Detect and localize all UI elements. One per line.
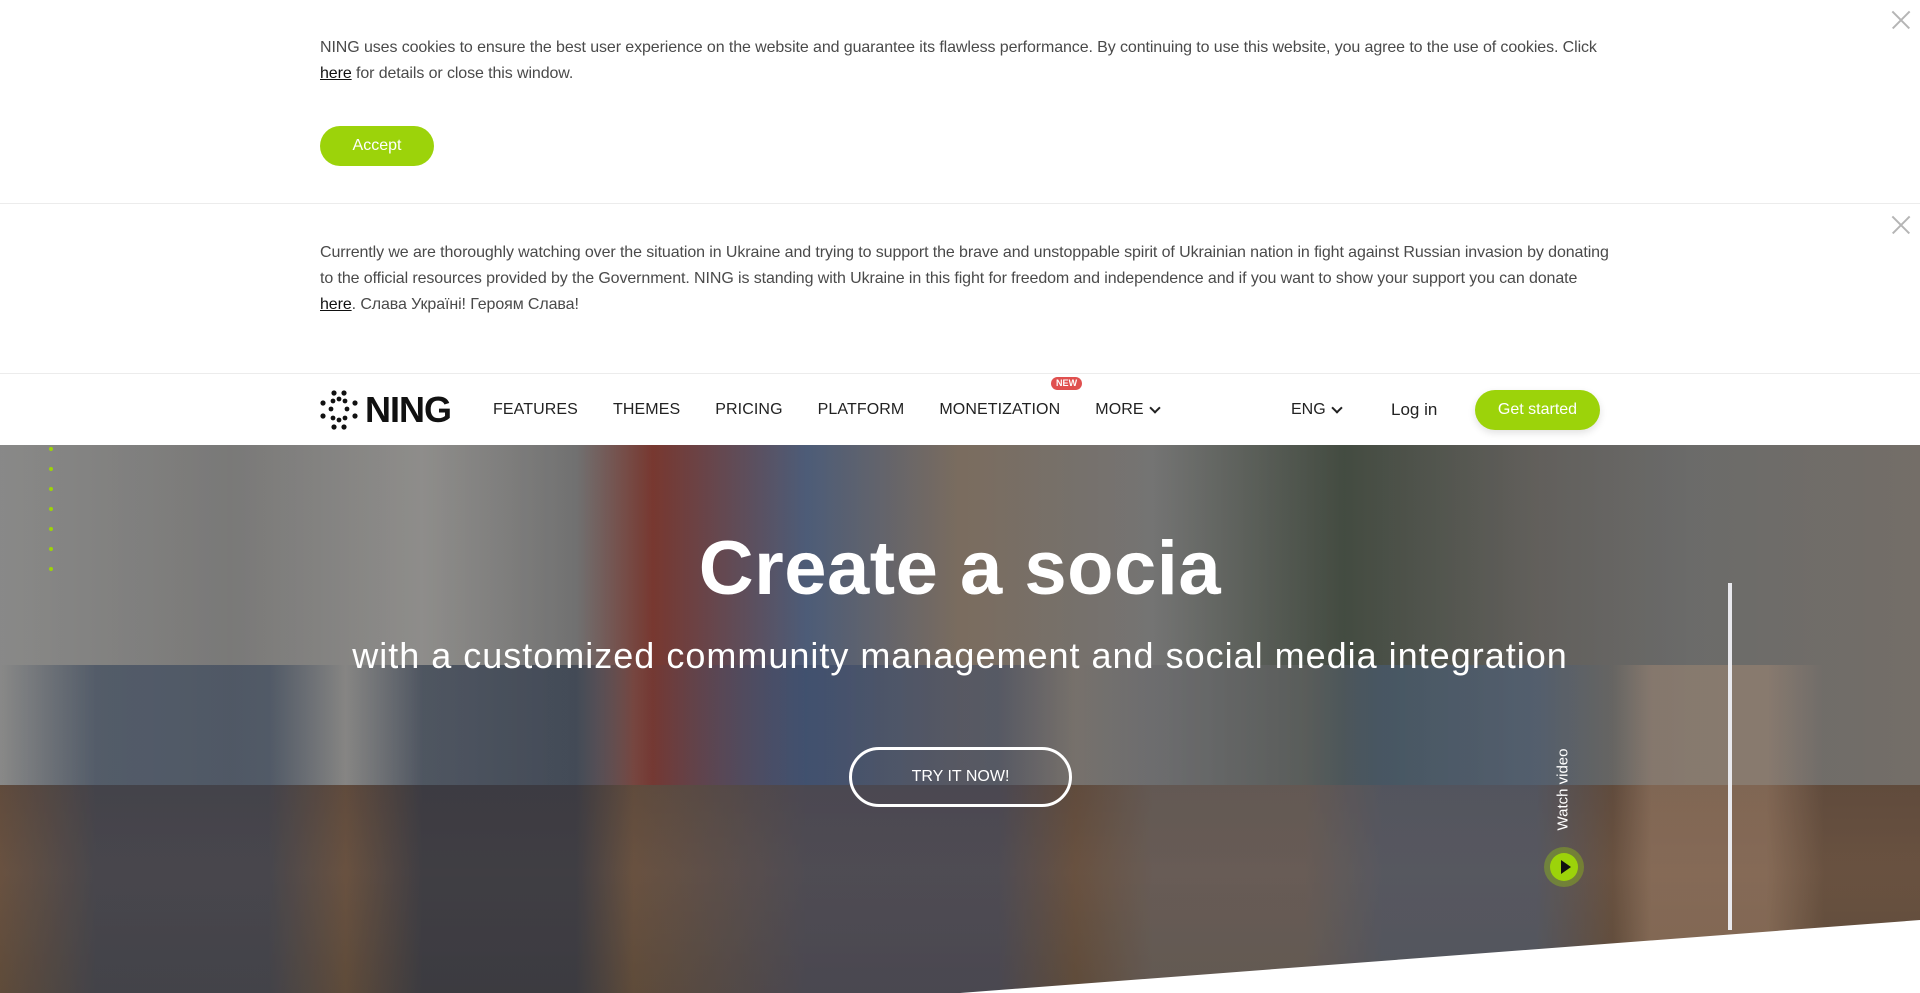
nav-item-features[interactable]: FEATURES [493, 401, 578, 419]
play-icon[interactable] [1544, 847, 1584, 887]
slide-dot[interactable] [49, 447, 53, 451]
donate-link[interactable]: here [320, 296, 352, 313]
slide-dot[interactable] [49, 507, 53, 511]
ukraine-banner-text: Currently we are thoroughly watching ove… [320, 244, 1609, 313]
logo[interactable]: NING [319, 389, 452, 430]
cookie-banner-text: NING uses cookies to ensure the best use… [320, 39, 1597, 82]
close-icon[interactable] [1888, 8, 1912, 32]
nav-item-more[interactable]: MORE [1095, 401, 1161, 419]
ukraine-banner: Currently we are thoroughly watching ove… [0, 204, 1920, 374]
watch-video-label[interactable]: Watch video [1547, 745, 1577, 845]
nav-item-platform[interactable]: PLATFORM [818, 401, 905, 419]
slide-dot[interactable] [49, 487, 53, 491]
slide-dot[interactable] [49, 467, 53, 471]
chevron-down-icon [1149, 401, 1161, 414]
get-started-button[interactable]: Get started [1475, 390, 1600, 430]
hero-title: Create a socia [698, 526, 1222, 611]
slide-progress-line [1728, 583, 1732, 930]
nav-menu: FEATURES THEMES PRICING PLATFORM MONETIZ… [493, 375, 1194, 445]
hero-subtitle: with a customized community management a… [352, 635, 1568, 676]
cookie-banner: NING uses cookies to ensure the best use… [0, 0, 1920, 204]
slide-number: 01 [1702, 926, 1760, 986]
logo-text: NING [365, 389, 452, 430]
new-badge: NEW [1050, 377, 1083, 390]
login-link[interactable]: Log in [1391, 375, 1437, 445]
accept-cookies-button[interactable]: Accept [320, 126, 434, 166]
try-it-now-button[interactable]: TRY IT NOW! [849, 747, 1072, 807]
nav-item-themes[interactable]: THEMES [613, 401, 680, 419]
chevron-down-icon [1331, 401, 1343, 414]
nav-item-monetization[interactable]: MONETIZATION NEW [939, 377, 1083, 419]
ning-logo-icon [320, 390, 358, 430]
close-icon[interactable] [1888, 213, 1912, 237]
main-nav: NING FEATURES THEMES PRICING PLATFORM MO… [0, 375, 1920, 445]
cookie-details-link[interactable]: here [320, 65, 352, 82]
language-selector[interactable]: ENG [1291, 375, 1343, 445]
hero-section: Create a socia with a customized communi… [0, 445, 1920, 993]
nav-item-pricing[interactable]: PRICING [715, 401, 782, 419]
